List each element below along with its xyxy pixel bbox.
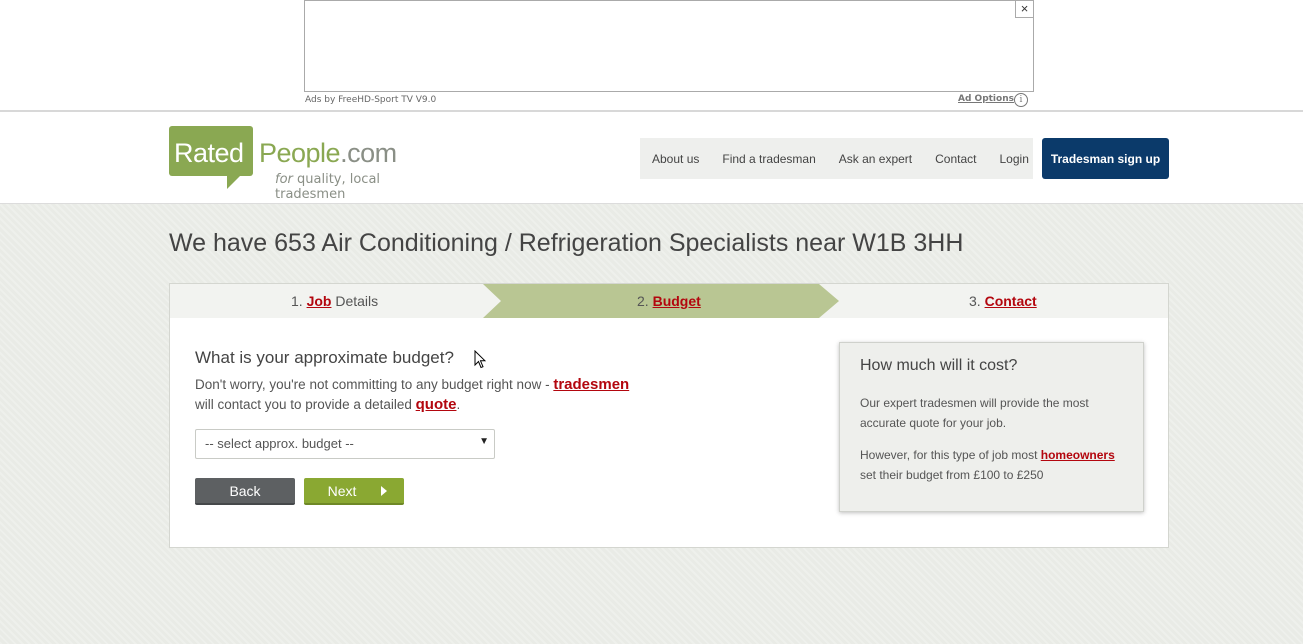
logo-com-word: .com — [340, 138, 397, 168]
cost-title: How much will it cost? — [860, 357, 1018, 374]
nav-login[interactable]: Login — [1000, 152, 1029, 166]
page-title: We have 653 Air Conditioning / Refrigera… — [169, 229, 964, 257]
budget-text-2: will contact you to provide a detailed — [195, 397, 416, 412]
cost-paragraph-2: However, for this type of job most homeo… — [860, 445, 1135, 485]
step-1-number: 1. — [291, 293, 307, 309]
budget-select-value: -- select approx. budget -- — [205, 436, 354, 451]
logo-bubble-tail — [227, 175, 241, 189]
budget-explanation: Don't worry, you're not committing to an… — [195, 375, 675, 415]
site-logo[interactable]: Rated People.com for quality, local trad… — [169, 126, 449, 202]
step-3-number: 3. — [969, 293, 985, 309]
cost-paragraph-1: Our expert tradesmen will provide the mo… — [860, 396, 1089, 430]
ad-close-icon[interactable]: × — [1015, 1, 1033, 18]
logo-tagline: for quality, local tradesmen — [275, 172, 449, 202]
tradesman-signup-button[interactable]: Tradesman sign up — [1042, 138, 1169, 179]
chevron-right-icon — [381, 486, 387, 496]
back-button[interactable]: Back — [195, 478, 295, 505]
next-button[interactable]: Next — [304, 478, 404, 505]
ad-frame[interactable]: × — [304, 0, 1034, 92]
main-nav: About us Find a tradesman Ask an expert … — [640, 138, 1033, 179]
nav-about-us[interactable]: About us — [652, 152, 699, 166]
cost-info-box: How much will it cost? Our expert trades… — [839, 342, 1144, 512]
quote-link[interactable]: quote — [416, 396, 457, 413]
step-budget: 2. Budget — [637, 293, 701, 309]
logo-rated-text: Rated — [174, 138, 244, 168]
ad-options-link[interactable]: Ad Options — [958, 94, 1014, 104]
logo-tagline-for: for — [275, 172, 293, 187]
step-1-rest: Details — [331, 293, 379, 309]
homeowners-link[interactable]: homeowners — [1041, 448, 1115, 462]
ad-strip: × Ads by FreeHD-Sport TV V9.0 Ad Options… — [0, 0, 1303, 112]
dropdown-arrow-icon: ▼ — [479, 436, 489, 447]
step-2-number: 2. — [637, 293, 653, 309]
mouse-cursor-icon — [474, 350, 486, 369]
budget-text-3: . — [456, 397, 461, 412]
step-2-link[interactable]: Budget — [653, 293, 701, 309]
step-contact: 3. Contact — [969, 293, 1037, 309]
step-1-link[interactable]: Job — [307, 293, 332, 309]
step-3-link[interactable]: Contact — [985, 293, 1037, 309]
ad-attribution: Ads by FreeHD-Sport TV V9.0 — [305, 95, 437, 105]
nav-contact[interactable]: Contact — [935, 152, 976, 166]
next-button-label: Next — [327, 482, 357, 499]
info-icon[interactable]: i — [1014, 93, 1028, 107]
quote-form-panel: 1. Job Details 2. Budget 3. Contact What… — [169, 283, 1169, 548]
budget-select[interactable]: -- select approx. budget -- ▼ — [195, 429, 495, 459]
tradesmen-link[interactable]: tradesmen — [553, 376, 629, 393]
logo-people-text: People.com — [259, 138, 397, 169]
nav-find-a-tradesman[interactable]: Find a tradesman — [722, 152, 815, 166]
cost-text-b: set their budget from £100 to £250 — [860, 468, 1044, 482]
step-job-details: 1. Job Details — [291, 293, 378, 309]
progress-steps: 1. Job Details 2. Budget 3. Contact — [170, 284, 1168, 318]
cost-text-a: However, for this type of job most — [860, 448, 1041, 462]
budget-question: What is your approximate budget? — [195, 348, 454, 367]
nav-ask-an-expert[interactable]: Ask an expert — [839, 152, 912, 166]
site-header: Rated People.com for quality, local trad… — [0, 112, 1303, 204]
budget-text-1: Don't worry, you're not committing to an… — [195, 377, 554, 392]
logo-people-word: People — [259, 138, 341, 168]
